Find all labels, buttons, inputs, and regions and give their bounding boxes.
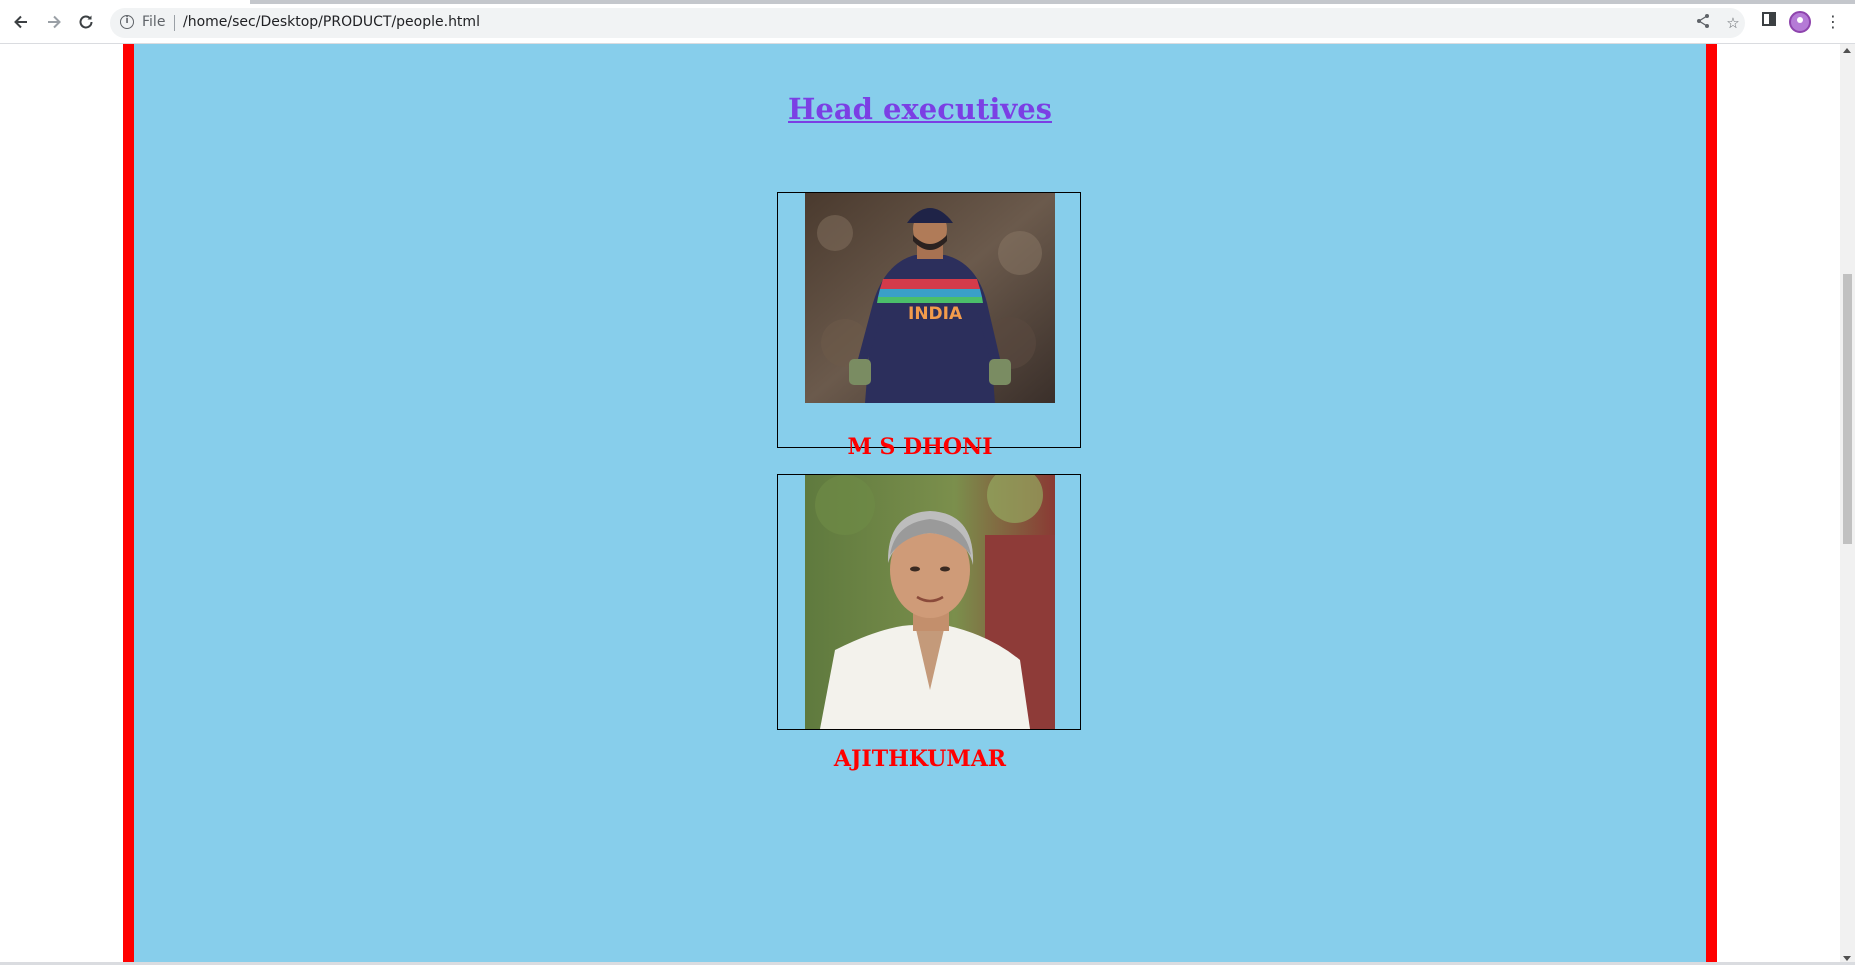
- svg-text:INDIA: INDIA: [908, 304, 963, 324]
- side-panel-glyph-icon: [1762, 12, 1776, 26]
- url-text[interactable]: /home/sec/Desktop/PRODUCT/people.html: [183, 14, 480, 30]
- share-icon[interactable]: [1693, 13, 1713, 33]
- forward-button[interactable]: [42, 10, 66, 34]
- page-viewport: Head executives INDIA M S DHONI AJITHKUM…: [0, 44, 1840, 965]
- man-photo-image: [805, 475, 1055, 729]
- url-separator: [174, 15, 175, 31]
- person-card: [777, 474, 1081, 730]
- arrow-left-icon: [14, 15, 27, 29]
- tab-strip-edge: [250, 0, 1855, 4]
- person-name: AJITHKUMAR: [833, 746, 1007, 772]
- share-glyph-icon: [1697, 14, 1709, 28]
- profile-avatar[interactable]: [1789, 11, 1811, 33]
- back-button[interactable]: [9, 10, 33, 34]
- scroll-down-arrow-icon[interactable]: [1843, 956, 1851, 961]
- scroll-thumb[interactable]: [1843, 274, 1852, 544]
- url-scheme-label: File: [142, 14, 166, 30]
- person-name: M S DHONI: [847, 434, 993, 460]
- reload-icon: [79, 15, 93, 29]
- cricketer-photo-image: INDIA: [805, 193, 1055, 403]
- address-bar[interactable]: i File /home/sec/Desktop/PRODUCT/people.…: [110, 8, 1745, 38]
- reload-button[interactable]: [74, 10, 98, 34]
- person-card: INDIA: [777, 192, 1081, 448]
- scroll-up-arrow-icon[interactable]: [1843, 48, 1851, 53]
- kebab-menu-icon[interactable]: ⋮: [1821, 10, 1845, 34]
- info-icon[interactable]: i: [120, 15, 134, 29]
- page-heading-link[interactable]: Head executives: [134, 92, 1706, 126]
- person-photo-dhoni: INDIA: [805, 193, 1055, 403]
- browser-toolbar: i File /home/sec/Desktop/PRODUCT/people.…: [0, 0, 1855, 44]
- star-icon[interactable]: ☆: [1723, 13, 1743, 33]
- vertical-scrollbar[interactable]: [1840, 44, 1855, 965]
- side-panel-icon[interactable]: [1757, 10, 1781, 34]
- arrow-right-icon: [48, 15, 61, 29]
- content-panel: Head executives INDIA M S DHONI AJITHKUM…: [123, 44, 1717, 965]
- person-photo-ajith: [805, 475, 1055, 729]
